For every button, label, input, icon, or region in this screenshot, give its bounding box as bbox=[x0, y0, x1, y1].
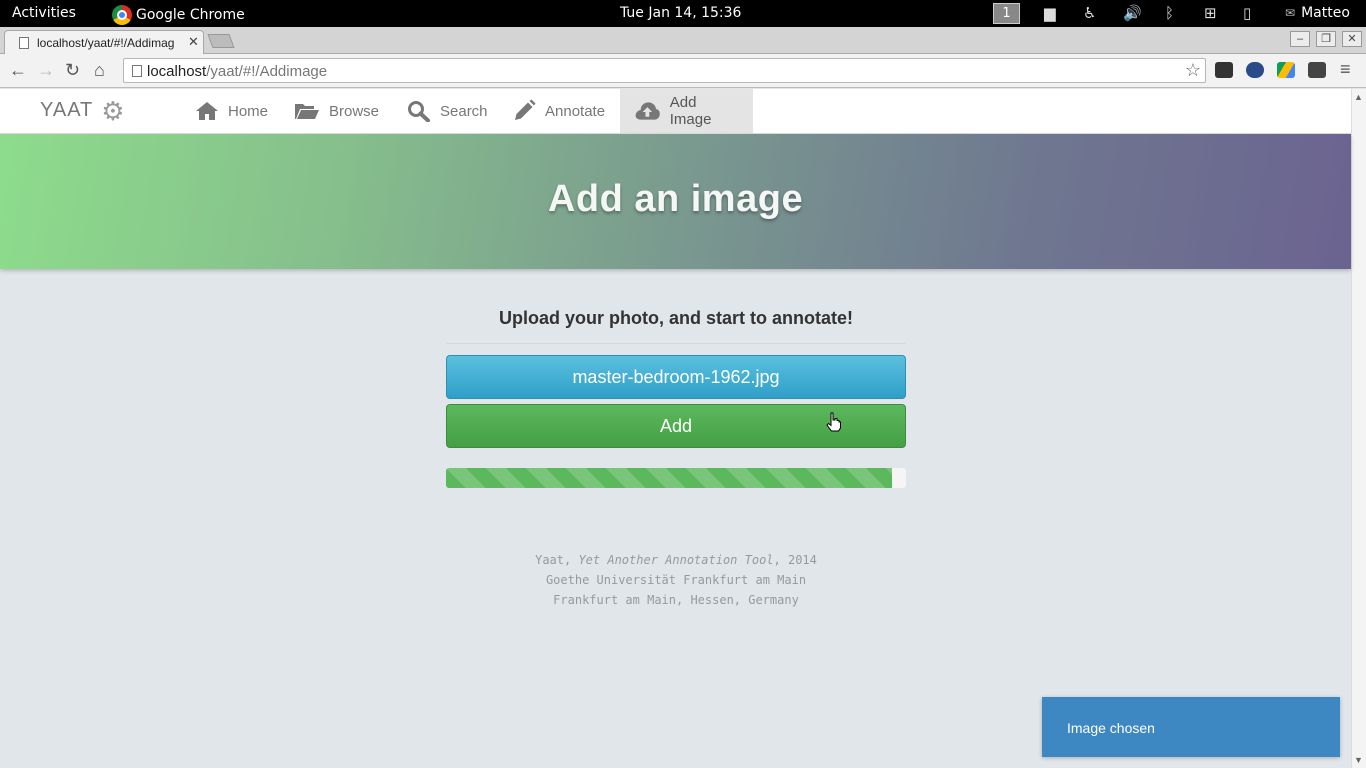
nav-annotate-label: Annotate bbox=[545, 102, 606, 120]
home-browser-icon[interactable]: ⌂ bbox=[94, 60, 105, 81]
search-icon bbox=[408, 101, 430, 122]
tab-title: localhost/yaat/#!/Addimag bbox=[37, 36, 175, 50]
workspace-indicator[interactable]: 1 bbox=[993, 3, 1020, 24]
new-tab-button[interactable] bbox=[207, 34, 235, 48]
upload-progress-fill bbox=[446, 468, 893, 488]
accessibility-icon[interactable]: ♿ bbox=[1083, 4, 1096, 22]
nav-browse-label: Browse bbox=[329, 102, 380, 120]
nav-browse[interactable]: Browse bbox=[280, 89, 393, 133]
pocket-icon[interactable] bbox=[1308, 62, 1326, 78]
bookmark-star-icon[interactable]: ☆ bbox=[1185, 60, 1201, 81]
user-menu[interactable]: ✉ Matteo bbox=[1285, 5, 1350, 21]
files-icon[interactable]: ▆ bbox=[1044, 4, 1056, 22]
page-scrollbar[interactable]: ▲ ▼ bbox=[1351, 89, 1366, 768]
page-title: Add an image bbox=[547, 178, 804, 220]
nav-search-label: Search bbox=[440, 102, 488, 120]
footer-line-3: Frankfurt am Main, Hessen, Germany bbox=[553, 593, 799, 607]
folder-open-icon bbox=[295, 104, 319, 119]
user-status-icon: ✉ bbox=[1285, 6, 1296, 20]
footer-line-1: Yaat, Yet Another Annotation Tool, 2014 bbox=[535, 553, 817, 567]
scroll-up-icon[interactable]: ▲ bbox=[1354, 92, 1363, 102]
choose-file-button[interactable]: master-bedroom-1962.jpg bbox=[446, 355, 906, 399]
notification-toast[interactable]: Image chosen bbox=[1042, 697, 1340, 757]
app-navbar: YAAT ⚙ Home Browse Search Annotate Add I… bbox=[0, 89, 1351, 134]
page-icon bbox=[132, 65, 142, 77]
upload-progress-bar bbox=[446, 468, 906, 488]
user-name: Matteo bbox=[1301, 5, 1350, 21]
brand[interactable]: YAAT ⚙ bbox=[40, 95, 126, 126]
minimize-button[interactable]: – bbox=[1290, 31, 1310, 47]
tab-close-icon[interactable]: ✕ bbox=[188, 34, 199, 50]
clock[interactable]: Tue Jan 14, 15:36 bbox=[620, 5, 741, 21]
nav-annotate[interactable]: Annotate bbox=[498, 89, 619, 133]
back-icon[interactable]: ← bbox=[9, 60, 27, 81]
footer-line-2: Goethe Universität Frankfurt am Main bbox=[545, 573, 807, 587]
nav-add-image-label: Add Image bbox=[669, 94, 712, 128]
toast-message: Image chosen bbox=[1067, 720, 1155, 736]
activities-button[interactable]: Activities bbox=[12, 5, 76, 21]
footer: Yaat, Yet Another Annotation Tool, 2014 … bbox=[446, 550, 906, 610]
google-drive-icon[interactable] bbox=[1277, 62, 1295, 78]
page-favicon-icon bbox=[19, 37, 29, 49]
extension-mask-icon[interactable] bbox=[1215, 62, 1233, 78]
url-text: localhost/yaat/#!/Addimage bbox=[147, 63, 328, 80]
cloud-upload-icon bbox=[635, 102, 660, 120]
reload-icon[interactable]: ↻ bbox=[65, 60, 80, 81]
hand-cursor-icon bbox=[826, 412, 841, 432]
chrome-logo-icon bbox=[112, 5, 132, 25]
battery-icon[interactable]: ▯ bbox=[1243, 4, 1251, 22]
maximize-button[interactable]: ❐ bbox=[1316, 31, 1336, 47]
page-hero: Add an image bbox=[0, 134, 1351, 269]
nav-add-image[interactable]: Add Image bbox=[620, 89, 753, 133]
home-icon bbox=[196, 102, 218, 120]
nav-search[interactable]: Search bbox=[393, 89, 502, 133]
network-icon[interactable]: ⊞ bbox=[1204, 4, 1217, 22]
volume-icon[interactable]: 🔊 bbox=[1123, 4, 1142, 22]
scroll-down-icon[interactable]: ▼ bbox=[1354, 755, 1363, 765]
forward-icon[interactable]: → bbox=[37, 60, 55, 81]
close-window-button[interactable]: ✕ bbox=[1342, 31, 1362, 47]
gear-icon: ⚙ bbox=[101, 95, 126, 126]
upload-subtitle: Upload your photo, and start to annotate… bbox=[446, 308, 906, 344]
browser-toolbar: ← → ↻ ⌂ localhost/yaat/#!/Addimage ☆ ≡ bbox=[0, 54, 1366, 88]
app-menu[interactable]: Google Chrome bbox=[112, 5, 245, 25]
chrome-menu-icon[interactable]: ≡ bbox=[1340, 59, 1351, 80]
address-bar[interactable]: localhost/yaat/#!/Addimage ☆ bbox=[123, 58, 1206, 83]
app-name: Google Chrome bbox=[136, 7, 245, 23]
browser-tab[interactable]: localhost/yaat/#!/Addimag ✕ bbox=[4, 30, 204, 54]
nav-home-label: Home bbox=[228, 102, 269, 120]
nav-home[interactable]: Home bbox=[181, 89, 282, 133]
pencil-icon bbox=[515, 99, 536, 120]
system-top-bar: Activities Google Chrome Tue Jan 14, 15:… bbox=[0, 0, 1366, 27]
brand-name: YAAT bbox=[40, 99, 94, 121]
extension-cloud-icon[interactable] bbox=[1246, 62, 1264, 78]
bluetooth-icon[interactable]: ᛒ bbox=[1165, 4, 1174, 22]
tab-strip: localhost/yaat/#!/Addimag ✕ – ❐ ✕ bbox=[0, 27, 1366, 54]
